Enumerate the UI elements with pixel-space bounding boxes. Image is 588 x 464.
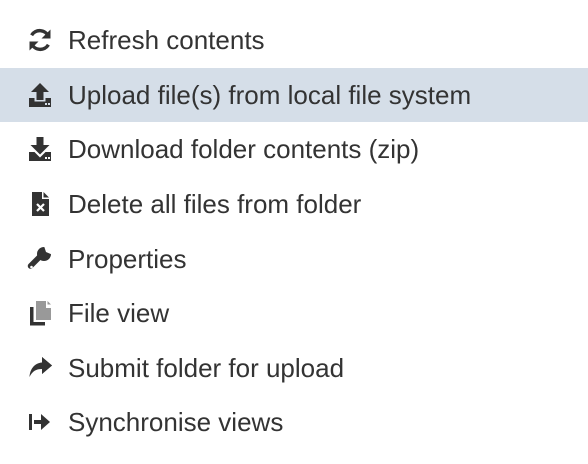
- delete-file-icon: [26, 190, 54, 218]
- menu-item-label: Upload file(s) from local file system: [68, 79, 472, 110]
- sign-in-icon: [26, 408, 54, 436]
- menu-item-label: Submit folder for upload: [68, 352, 345, 383]
- menu-item-submit-folder[interactable]: Submit folder for upload: [0, 341, 588, 396]
- share-arrow-icon: [26, 354, 54, 382]
- refresh-icon: [26, 26, 54, 54]
- upload-icon: [26, 81, 54, 109]
- menu-item-synchronise-views[interactable]: Synchronise views: [0, 395, 588, 450]
- menu-item-label: Refresh contents: [68, 25, 265, 56]
- menu-item-label: Download folder contents (zip): [68, 134, 420, 165]
- menu-item-label: Synchronise views: [68, 407, 284, 438]
- menu-item-file-view[interactable]: File view: [0, 286, 588, 341]
- menu-item-label: File view: [68, 298, 170, 329]
- menu-item-label: Properties: [68, 243, 187, 274]
- menu-item-download-folder[interactable]: Download folder contents (zip): [0, 122, 588, 177]
- download-icon: [26, 135, 54, 163]
- copy-icon: [26, 299, 54, 327]
- menu-item-delete-all-files[interactable]: Delete all files from folder: [0, 177, 588, 232]
- menu-item-label: Delete all files from folder: [68, 189, 362, 220]
- wrench-icon: [26, 245, 54, 273]
- menu-item-upload-files[interactable]: Upload file(s) from local file system: [0, 67, 588, 123]
- menu-item-properties[interactable]: Properties: [0, 231, 588, 286]
- context-menu: Refresh contents Upload file(s) from loc…: [0, 0, 588, 464]
- menu-item-refresh-contents[interactable]: Refresh contents: [0, 13, 588, 68]
